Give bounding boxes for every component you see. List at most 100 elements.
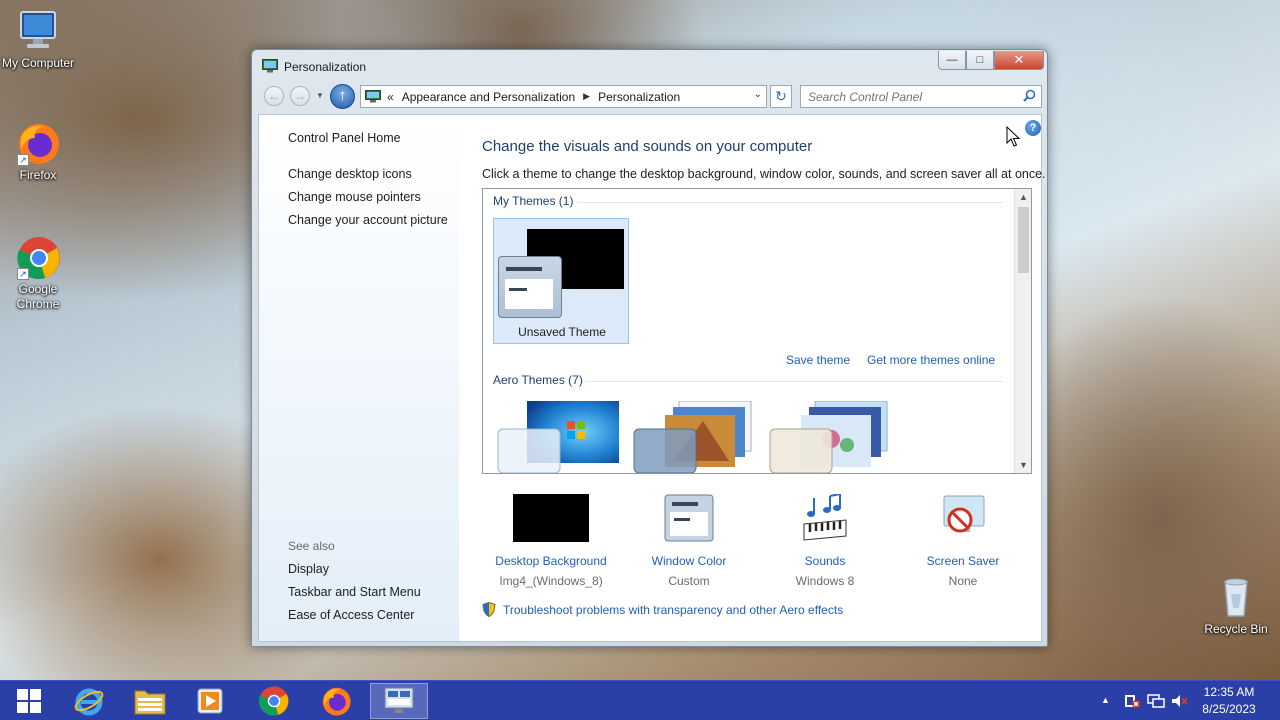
desktop-icon-label: Firefox	[19, 168, 57, 182]
refresh-button[interactable]: ↻	[770, 85, 792, 108]
desktop-icon-my-computer[interactable]: My Computer	[0, 8, 76, 71]
window-title: Personalization	[284, 60, 367, 74]
theme-unsaved[interactable]: Unsaved Theme	[493, 218, 629, 344]
window-color-setting[interactable]: Window Color Custom	[619, 494, 759, 588]
shortcut-arrow-icon: ↗	[17, 268, 29, 280]
screen-saver-setting[interactable]: Screen Saver None	[893, 494, 1033, 588]
window-color-icon[interactable]	[664, 494, 714, 542]
scroll-down-arrow-icon[interactable]: ▼	[1019, 460, 1028, 470]
desktop-icon-label: Google Chrome	[16, 282, 60, 311]
search-icon[interactable]	[1023, 89, 1036, 102]
desktop-background-setting[interactable]: Desktop Background Img4_(Windows_8)	[481, 494, 621, 588]
clock-date: 8/25/2023	[1202, 702, 1256, 716]
back-button[interactable]: ←	[264, 86, 284, 106]
control-panel-icon	[262, 59, 278, 73]
divider	[585, 381, 1003, 382]
start-button[interactable]	[0, 683, 58, 719]
forward-button[interactable]: →	[290, 86, 310, 106]
shield-icon	[482, 602, 496, 617]
help-icon[interactable]: ?	[1025, 120, 1041, 136]
windows-logo-icon	[17, 689, 41, 713]
sounds-icon[interactable]	[800, 493, 850, 542]
theme-list-scrollbar[interactable]: ▲ ▼	[1014, 189, 1031, 473]
link-taskbar-and-start-menu[interactable]: Taskbar and Start Menu	[288, 585, 421, 599]
screen-saver-link[interactable]: Screen Saver	[893, 554, 1033, 568]
link-change-mouse-pointers[interactable]: Change mouse pointers	[288, 190, 421, 204]
scrollbar-thumb[interactable]	[1018, 207, 1029, 273]
link-display[interactable]: Display	[288, 562, 329, 576]
taskbar-google-chrome[interactable]	[245, 683, 303, 719]
window-color-value: Custom	[668, 574, 710, 588]
window-color-preview	[498, 256, 562, 318]
desktop-icon-firefox[interactable]: ↗ Firefox	[0, 120, 76, 183]
minimize-button[interactable]: —	[938, 51, 966, 70]
screen-saver-value: None	[948, 574, 978, 588]
desktop-background-link[interactable]: Desktop Background	[481, 554, 621, 568]
search-input[interactable]	[808, 90, 1008, 104]
content-area: Control Panel Home Change desktop icons …	[258, 114, 1046, 642]
link-change-account-picture[interactable]: Change your account picture	[288, 213, 448, 227]
clock-time: 12:35 AM	[1203, 685, 1255, 699]
scroll-up-arrow-icon[interactable]: ▲	[1019, 192, 1028, 202]
desktop-background-thumbnail[interactable]	[513, 494, 589, 542]
shortcut-arrow-icon: ↗	[17, 154, 29, 166]
chrome-icon	[258, 686, 289, 716]
page-description: Click a theme to change the desktop back…	[482, 167, 1046, 181]
taskbar-internet-explorer[interactable]	[60, 683, 118, 719]
close-button[interactable]: ✕	[994, 51, 1044, 70]
troubleshoot-link[interactable]: Troubleshoot problems with transparency …	[482, 602, 843, 617]
window-color-link[interactable]: Window Color	[619, 554, 759, 568]
maximize-button[interactable]: □	[966, 51, 994, 70]
network-icon[interactable]	[1147, 693, 1165, 709]
aero-theme-architecture[interactable]	[633, 401, 773, 473]
aero-themes-heading[interactable]: Aero Themes (7)	[493, 373, 583, 387]
my-themes-heading[interactable]: My Themes (1)	[493, 194, 573, 208]
theme-name: Unsaved Theme	[518, 325, 606, 339]
see-also-heading: See also	[288, 539, 335, 553]
desktop-icon-google-chrome[interactable]: ↗ Google Chrome	[0, 234, 76, 312]
breadcrumb-personalization[interactable]: Personalization	[598, 90, 680, 104]
internet-explorer-icon	[74, 688, 104, 716]
sounds-setting[interactable]: Sounds Windows 8	[755, 493, 895, 588]
save-theme-link[interactable]: Save theme	[786, 353, 850, 367]
link-control-panel-home[interactable]: Control Panel Home	[288, 131, 401, 145]
desktop-background-value: Img4_(Windows_8)	[499, 574, 603, 588]
taskbar-personalization[interactable]	[370, 683, 428, 719]
get-more-themes-link[interactable]: Get more themes online	[867, 353, 995, 367]
volume-muted-icon[interactable]	[1171, 693, 1189, 709]
tray-expand-icon[interactable]: ▲	[1101, 695, 1110, 705]
taskbar-media-player[interactable]	[181, 683, 239, 719]
breadcrumb-separator-icon[interactable]: ▶	[583, 91, 590, 102]
left-pane: Control Panel Home Change desktop icons …	[259, 115, 459, 641]
link-change-desktop-icons[interactable]: Change desktop icons	[288, 167, 412, 181]
search-box[interactable]	[800, 85, 1042, 108]
taskbar-firefox[interactable]	[307, 683, 365, 719]
title-bar[interactable]: Personalization — □ ✕	[252, 50, 1047, 82]
breadcrumb-appearance-and-personalization[interactable]: Appearance and Personalization	[402, 90, 575, 104]
taskbar-file-explorer[interactable]	[121, 683, 179, 719]
troubleshoot-link-text[interactable]: Troubleshoot problems with transparency …	[503, 603, 843, 617]
desktop-icon-recycle-bin[interactable]: Recycle Bin	[1198, 574, 1274, 637]
refresh-icon: ↻	[775, 88, 787, 104]
breadcrumb-overflow[interactable]: «	[387, 90, 394, 104]
personalization-window: Personalization — □ ✕ ← → ▼ ↑ « Appearan…	[251, 49, 1048, 647]
sounds-value: Windows 8	[795, 574, 855, 588]
sounds-link[interactable]: Sounds	[755, 554, 895, 568]
up-arrow-icon: ↑	[338, 87, 347, 104]
aero-theme-windows[interactable]	[497, 401, 637, 473]
link-ease-of-access-center[interactable]: Ease of Access Center	[288, 608, 414, 622]
theme-list[interactable]: My Themes (1) Unsaved Theme Save theme G…	[482, 188, 1032, 474]
system-clock[interactable]: 12:35 AM 8/25/2023	[1196, 684, 1262, 718]
recent-pages-dropdown[interactable]: ▼	[316, 91, 324, 100]
control-panel-icon	[365, 90, 381, 103]
main-pane: ? Change the visuals and sounds on your …	[459, 115, 1046, 641]
aero-theme-characters[interactable]	[769, 401, 909, 473]
screen-saver-icon[interactable]	[938, 494, 988, 542]
up-button[interactable]: ↑	[330, 84, 355, 109]
address-bar[interactable]: « Appearance and Personalization ▶ Perso…	[360, 85, 767, 108]
action-center-icon[interactable]	[1123, 693, 1141, 709]
page-title: Change the visuals and sounds on your co…	[482, 138, 813, 155]
computer-icon	[15, 8, 61, 54]
taskbar: ▲ 12:35 AM 8/25/2023	[0, 680, 1280, 720]
address-dropdown-icon[interactable]: ⌄	[754, 89, 762, 100]
